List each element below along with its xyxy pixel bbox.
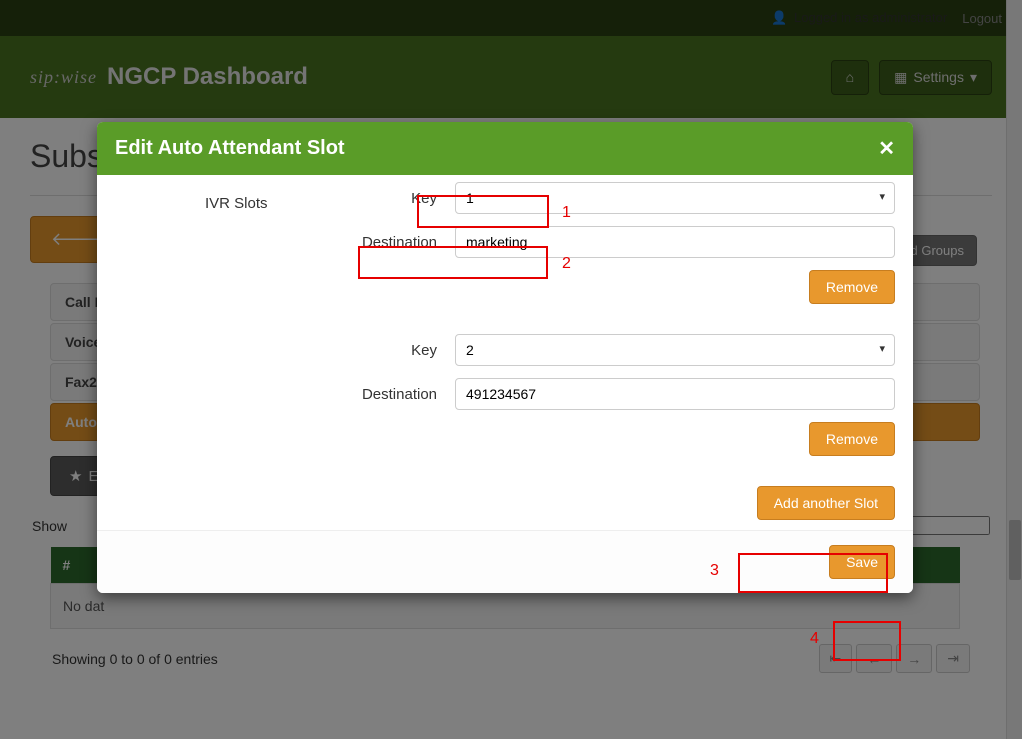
annotation-num-3: 3 (710, 562, 719, 580)
add-slot-button[interactable]: Add another Slot (757, 486, 895, 520)
destination-label-1: Destination (115, 234, 455, 251)
modal-footer: Save (97, 530, 913, 593)
close-icon[interactable]: ✕ (878, 136, 895, 161)
annotation-num-1: 1 (562, 204, 571, 222)
edit-slot-modal: Edit Auto Attendant Slot ✕ IVR Slots Key… (97, 122, 913, 593)
key-select-1[interactable]: 1 (455, 182, 895, 214)
modal-body: IVR Slots Key 1 Destination Remove Key (97, 175, 913, 530)
destination-input-2[interactable] (455, 378, 895, 410)
key-label-2: Key (115, 342, 455, 359)
destination-label-2: Destination (115, 386, 455, 403)
modal-title: Edit Auto Attendant Slot (115, 137, 345, 160)
modal-header: Edit Auto Attendant Slot ✕ (97, 122, 913, 175)
annotation-num-4: 4 (810, 630, 819, 648)
save-button[interactable]: Save (829, 545, 895, 579)
destination-input-1[interactable] (455, 226, 895, 258)
annotation-num-2: 2 (562, 255, 571, 273)
remove-button-1[interactable]: Remove (809, 270, 895, 304)
key-select-2[interactable]: 2 (455, 334, 895, 366)
remove-button-2[interactable]: Remove (809, 422, 895, 456)
key-label-1: Key (115, 190, 455, 207)
